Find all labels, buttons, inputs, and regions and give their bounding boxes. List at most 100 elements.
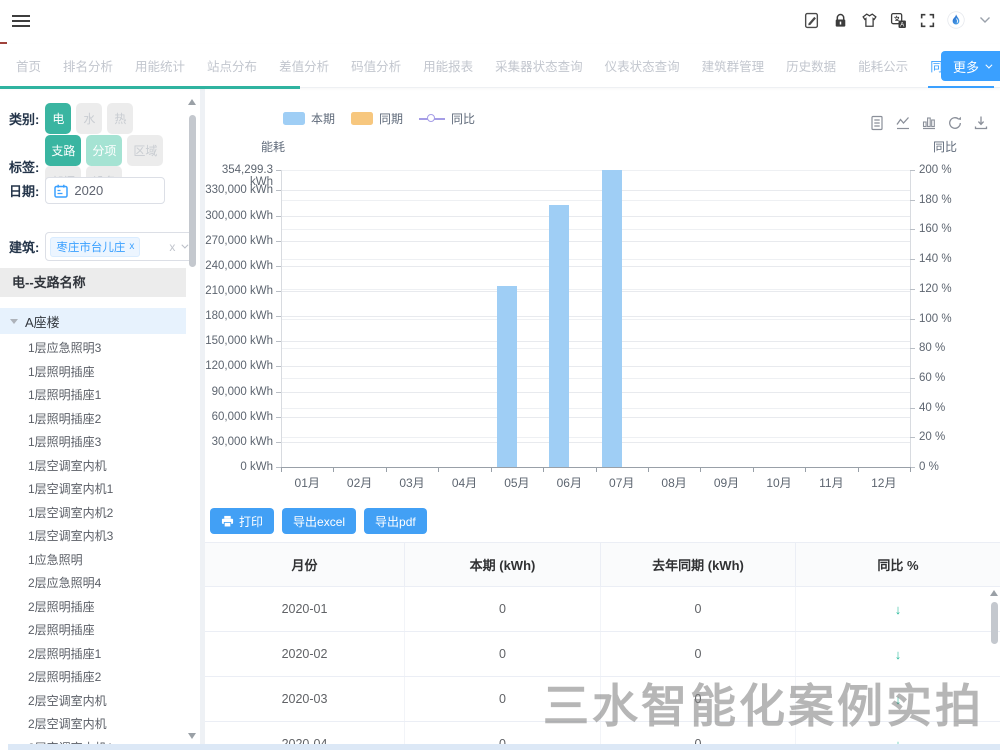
tag-close-icon[interactable]: x	[129, 241, 134, 252]
tree-root-node[interactable]: A座楼	[0, 308, 186, 334]
left-tick	[276, 417, 281, 418]
tree-item[interactable]: 1层照明插座	[0, 361, 186, 385]
left-tick	[276, 442, 281, 443]
tab-采集器状态查询[interactable]: 采集器状态查询	[493, 44, 585, 88]
left-tick-label: 270,000 kWh	[205, 235, 273, 247]
cell-trend: ↓	[796, 632, 1000, 676]
tree-item[interactable]: 1层空调室内机1	[0, 478, 186, 502]
cell-current: 0	[405, 587, 601, 631]
grid-line	[281, 229, 910, 230]
left-tick-label: 180,000 kWh	[205, 310, 273, 322]
flame-logo[interactable]	[947, 11, 965, 29]
tab-bar: 首页 排名分析用能统计站点分布差值分析码值分析用能报表采集器状态查询仪表状态查询建…	[0, 44, 1000, 88]
grid-line	[281, 190, 910, 191]
filter-option-支路[interactable]: 支路	[45, 135, 81, 166]
left-tick	[276, 241, 281, 242]
grid-line	[281, 289, 910, 290]
filter-option-分项[interactable]: 分项	[86, 135, 122, 166]
tree-item[interactable]: 2层照明插座1	[0, 643, 186, 667]
tree-item[interactable]: 1层照明插座2	[0, 408, 186, 432]
notepad-edit-icon[interactable]	[802, 11, 820, 29]
grid-line	[281, 319, 910, 320]
tab-历史数据[interactable]: 历史数据	[784, 44, 838, 88]
select-clear-icon[interactable]: x	[169, 240, 175, 254]
table-scroll-up-icon[interactable]	[990, 590, 998, 596]
category-filter-row: 类别: 电水热	[9, 103, 138, 134]
tab-用能报表[interactable]: 用能报表	[421, 44, 475, 88]
tree-item[interactable]: 1层照明插座1	[0, 384, 186, 408]
tree-item[interactable]: 1层空调室内机2	[0, 502, 186, 526]
cell-current: 0	[405, 677, 601, 721]
tree-item[interactable]: 2层照明插座	[0, 619, 186, 643]
building-tag-label: 枣庄市台儿庄	[56, 239, 125, 255]
tab-排名分析[interactable]: 排名分析	[61, 44, 115, 88]
tab-仪表状态查询[interactable]: 仪表状态查询	[603, 44, 682, 88]
tab-label: 首页	[16, 56, 41, 75]
tab-能耗公示[interactable]: 能耗公示	[856, 44, 910, 88]
filter-option-热[interactable]: 热	[107, 103, 133, 134]
filter-option-区域[interactable]: 区域	[127, 135, 163, 166]
tab-建筑群管理[interactable]: 建筑群管理	[700, 44, 767, 88]
right-tick-label: 20 %	[919, 431, 969, 443]
app-window: A 首页 排名分析用能统计站点分布差值分析码值分析用能报表采集器状态查询仪表状态查…	[0, 0, 1000, 750]
scroll-down-icon[interactable]	[188, 733, 196, 739]
theme-shirt-icon[interactable]	[860, 11, 878, 29]
grid-line	[281, 341, 910, 342]
x-tick-label: 06月	[543, 474, 595, 491]
lock-icon[interactable]	[831, 11, 849, 29]
filter-option-电[interactable]: 电	[45, 103, 71, 134]
export-excel-button[interactable]: 导出excel	[282, 508, 356, 534]
tab-差值分析[interactable]: 差值分析	[277, 44, 331, 88]
filter-option-水[interactable]: 水	[76, 103, 102, 134]
tree-item[interactable]: 1层应急照明3	[0, 337, 186, 361]
tree-item[interactable]: 2层照明插座	[0, 596, 186, 620]
building-select[interactable]: 枣庄市台儿庄 x x	[45, 232, 193, 261]
right-tick-label: 200 %	[919, 164, 969, 176]
table-header-cell: 同比 %	[796, 543, 1000, 586]
export-pdf-label: 导出pdf	[375, 513, 416, 530]
tabs-container: 首页 排名分析用能统计站点分布差值分析码值分析用能报表采集器状态查询仪表状态查询建…	[0, 44, 1000, 88]
print-button-label: 打印	[239, 513, 263, 530]
tab-码值分析[interactable]: 码值分析	[349, 44, 403, 88]
tab-label: 能耗公示	[858, 56, 908, 75]
scroll-up-icon[interactable]	[188, 99, 196, 105]
grid-line	[281, 366, 910, 367]
more-button-label: 更多	[953, 57, 979, 76]
chevron-down-icon[interactable]	[976, 11, 994, 29]
print-button[interactable]: 打印	[210, 508, 274, 534]
left-tick	[276, 216, 281, 217]
date-input[interactable]: 2020	[45, 177, 165, 204]
tab-站点分布[interactable]: 站点分布	[205, 44, 259, 88]
scrollbar-thumb[interactable]	[189, 115, 196, 267]
right-tick	[910, 289, 915, 290]
grid-line	[281, 291, 910, 292]
tree-item[interactable]: 2层照明插座2	[0, 666, 186, 690]
tab-用能统计[interactable]: 用能统计	[133, 44, 187, 88]
tree-item[interactable]: 1层空调室内机3	[0, 525, 186, 549]
right-tick-label: 0 %	[919, 461, 969, 473]
hamburger-icon[interactable]	[12, 15, 30, 29]
building-label: 建筑:	[9, 237, 39, 256]
tree-item[interactable]: 2层空调室内机	[0, 690, 186, 714]
tree-item[interactable]: 2层空调室内机	[0, 713, 186, 737]
tree-item[interactable]: 1层照明插座3	[0, 431, 186, 455]
right-tick	[910, 378, 915, 379]
trend-down-icon: ↓	[895, 647, 902, 662]
table-row: 2020-0100↓	[205, 587, 1000, 632]
tree-item[interactable]: 1应急照明	[0, 549, 186, 573]
tree-item[interactable]: 2层应急照明4	[0, 572, 186, 596]
more-button[interactable]: 更多	[941, 51, 1000, 81]
table-scrollbar-thumb[interactable]	[991, 602, 998, 644]
building-tag: 枣庄市台儿庄 x	[50, 237, 140, 257]
bar-06月	[549, 205, 569, 467]
tab-首页[interactable]: 首页	[14, 44, 43, 88]
header-actions: A	[802, 11, 994, 29]
right-tick	[910, 229, 915, 230]
export-pdf-button[interactable]: 导出pdf	[364, 508, 427, 534]
tree-item[interactable]: 1层空调室内机	[0, 455, 186, 479]
left-tick-label: 300,000 kWh	[205, 210, 273, 222]
x-tick-label: 09月	[700, 474, 752, 491]
translate-icon[interactable]: A	[889, 11, 907, 29]
x-tick	[333, 467, 334, 472]
fullscreen-icon[interactable]	[918, 11, 936, 29]
